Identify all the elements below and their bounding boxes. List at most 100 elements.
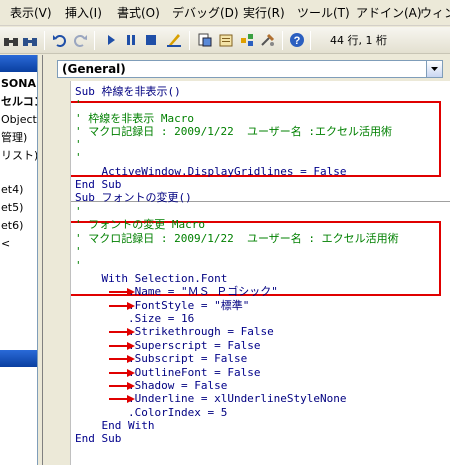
menu-item[interactable]: 書式(O): [117, 0, 160, 26]
project-tree-item[interactable]: Object: [1, 111, 37, 129]
design-mode-icon[interactable]: [166, 32, 182, 48]
project-tree-item[interactable]: <: [1, 235, 10, 253]
redo-icon[interactable]: [72, 32, 88, 48]
toolbox-icon[interactable]: [260, 32, 276, 48]
code-keyword: End Sub: [75, 432, 122, 445]
code-text: ActiveWindow.DisplayGridlines =: [75, 165, 314, 178]
menu-item[interactable]: ウィン: [420, 0, 450, 26]
project-tree-item[interactable]: リスト): [1, 147, 37, 165]
code-keyword: Sub: [75, 191, 102, 204]
code-line[interactable]: ': [75, 138, 82, 151]
menu-item[interactable]: 挿入(I): [65, 0, 102, 26]
code-editor[interactable]: Sub 枠線を非表示() ' ' 枠線を非表示 Macro ' マクロ記録日 : 20…: [71, 81, 450, 465]
code-line[interactable]: .Strikethrough = False: [75, 325, 274, 338]
object-combo[interactable]: (General): [57, 60, 443, 78]
code-line[interactable]: .FontStyle = "標準": [75, 299, 249, 312]
code-keyword: End With: [75, 419, 155, 432]
menu-item[interactable]: アドイン(A): [356, 0, 422, 26]
menu-item[interactable]: デバッグ(D): [172, 0, 239, 26]
code-line[interactable]: ': [75, 98, 82, 111]
code-text: 枠線を非表示(): [101, 85, 181, 98]
combo-dropdown-button[interactable]: [426, 61, 442, 77]
code-comment: ': [75, 138, 82, 151]
code-line[interactable]: Sub 枠線を非表示(): [75, 85, 181, 98]
project-tree-item[interactable]: SONA: [1, 75, 36, 93]
undo-icon[interactable]: [52, 32, 68, 48]
project-tree-item[interactable]: セルコン: [1, 93, 37, 111]
project-tree-item[interactable]: et5): [1, 199, 23, 217]
toolbar-separator: [282, 31, 283, 50]
code-line[interactable]: .ColorIndex = 5: [75, 406, 227, 419]
red-arrow-icon: [109, 342, 135, 350]
code-keyword: End Sub: [75, 178, 122, 191]
code-comment: ' 枠線を非表示 Macro: [75, 112, 194, 125]
menu-bar: 表示(V) 挿入(I) 書式(O) デバッグ(D) 実行(R) ツール(T) アドイン(A)…: [0, 0, 450, 26]
code-line[interactable]: ' マクロ記録日 : 2009/1/22 ユーザー名 :エクセル活用術: [75, 125, 392, 138]
code-line[interactable]: ': [75, 259, 82, 272]
margin-indicator-bar[interactable]: [43, 81, 71, 465]
code-text: .Size = 16: [75, 312, 195, 325]
menu-item[interactable]: ツール(T): [297, 0, 350, 26]
toolbar-separator: [94, 31, 95, 50]
toolbar-separator: [310, 31, 311, 50]
object-browser-icon[interactable]: [239, 32, 255, 48]
code-text: .OutlineFont =: [75, 366, 228, 379]
stop-icon[interactable]: [143, 32, 159, 48]
project-explorer-title: [0, 55, 37, 72]
binoculars-icon[interactable]: [3, 32, 19, 48]
properties-pane: [0, 350, 38, 465]
code-text: .Superscript =: [75, 339, 228, 352]
binoculars-icon[interactable]: [22, 32, 38, 48]
project-tree-item[interactable]: 管理): [1, 129, 27, 147]
code-text: .FontStyle = "標準": [75, 299, 250, 312]
project-tree-item[interactable]: et6): [1, 217, 23, 235]
code-line[interactable]: .Size = 16: [75, 312, 194, 325]
code-line[interactable]: .Superscript = False: [75, 339, 260, 352]
code-keyword: False: [214, 352, 248, 365]
code-text: .Strikethrough =: [75, 325, 241, 338]
properties-icon[interactable]: [218, 32, 234, 48]
project-tree-item[interactable]: et4): [1, 181, 23, 199]
code-text: .ColorIndex = 5: [75, 406, 228, 419]
properties-title: [0, 350, 37, 367]
code-line[interactable]: ' フォントの変更 Macro: [75, 218, 205, 231]
code-line[interactable]: .Subscript = False: [75, 352, 247, 365]
code-keyword: False: [240, 325, 274, 338]
red-arrow-icon: [109, 288, 135, 296]
code-text: フォントの変更(): [101, 191, 192, 204]
code-line[interactable]: ' マクロ記録日 : 2009/1/22 ユーザー名 : エクセル活用術: [75, 232, 399, 245]
code-window: (General) Sub 枠線を非表示() ' ' 枠線を非表示 Macro ' マ…: [42, 55, 450, 465]
code-line[interactable]: .Name = "ＭＳ Ｐゴシック": [75, 285, 278, 298]
red-arrow-icon: [109, 369, 135, 377]
code-keyword: False: [313, 165, 347, 178]
code-line[interactable]: End Sub: [75, 178, 121, 191]
code-line[interactable]: ': [75, 205, 82, 218]
help-icon[interactable]: ?: [289, 32, 305, 48]
red-arrow-icon: [109, 302, 135, 310]
code-text: Selection.Font: [134, 272, 228, 285]
code-line[interactable]: Sub フォントの変更(): [75, 191, 192, 204]
red-arrow-icon: [109, 355, 135, 363]
code-comment: ' マクロ記録日 : 2009/1/22 ユーザー名 :エクセル活用術: [75, 125, 392, 138]
code-line[interactable]: ': [75, 245, 82, 258]
code-line[interactable]: ActiveWindow.DisplayGridlines = False: [75, 165, 347, 178]
run-icon[interactable]: [103, 32, 119, 48]
chevron-down-icon: [431, 67, 438, 71]
code-line[interactable]: .Shadow = False: [75, 379, 227, 392]
menu-item[interactable]: 実行(R): [243, 0, 285, 26]
code-keyword: False: [227, 339, 261, 352]
code-comment: ': [75, 245, 82, 258]
project-explorer-icon[interactable]: [197, 32, 213, 48]
cursor-position: 44 行, 1 桁: [330, 34, 387, 47]
code-line[interactable]: With Selection.Font: [75, 272, 227, 285]
pause-icon[interactable]: [123, 32, 139, 48]
code-line[interactable]: End Sub: [75, 432, 121, 445]
red-arrow-icon: [109, 395, 135, 403]
menu-item[interactable]: 表示(V): [10, 0, 52, 26]
code-line[interactable]: End With: [75, 419, 154, 432]
code-header: (General): [43, 55, 450, 81]
toolbar-separator: [44, 31, 45, 50]
code-line[interactable]: ': [75, 151, 82, 164]
code-line[interactable]: ' 枠線を非表示 Macro: [75, 112, 194, 125]
code-line[interactable]: .OutlineFont = False: [75, 366, 260, 379]
